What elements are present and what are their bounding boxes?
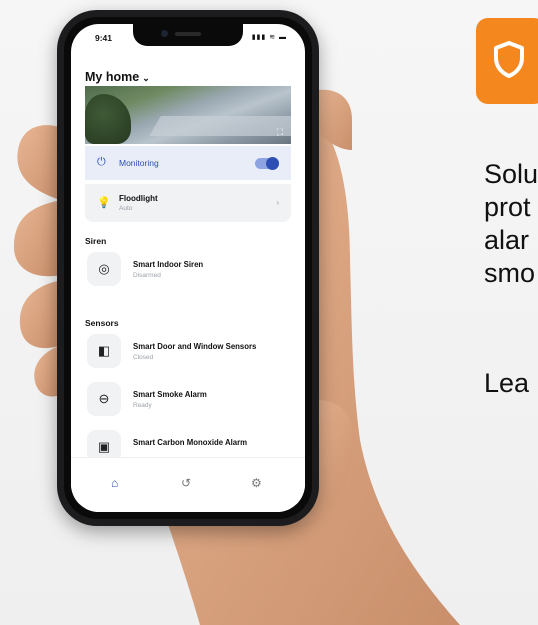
home-icon[interactable]: ⌂ bbox=[111, 476, 118, 490]
promo-copy: Solu prot alar smo bbox=[484, 158, 538, 290]
promo-line-4: smo bbox=[484, 258, 536, 288]
phone-frame: 9:41 ▮▮▮ ≋ ▬ My home ⌄ ⛶ ⏻ Monitoring 💡 F… bbox=[57, 10, 319, 526]
device-name: Smart Smoke Alarm bbox=[133, 390, 207, 399]
promo-line-2: prot bbox=[484, 192, 531, 222]
chevron-right-icon: › bbox=[276, 198, 279, 207]
fullscreen-icon[interactable]: ⛶ bbox=[277, 127, 283, 138]
device-door-window-sensors[interactable]: ◧ Smart Door and Window Sensors Closed bbox=[85, 332, 291, 372]
phone-notch bbox=[133, 24, 243, 46]
earpiece-speaker bbox=[175, 32, 201, 36]
monitoring-row[interactable]: ⏻ Monitoring bbox=[85, 146, 291, 180]
camera-shrub bbox=[85, 94, 131, 144]
shield-icon bbox=[494, 41, 524, 78]
device-name: Smart Indoor Siren bbox=[133, 260, 204, 269]
front-camera bbox=[161, 30, 168, 37]
bottom-nav: ⌂ ↺ ⚙ bbox=[71, 457, 305, 512]
monitoring-label: Monitoring bbox=[119, 158, 159, 168]
history-icon[interactable]: ↺ bbox=[181, 476, 191, 490]
section-siren: Siren bbox=[85, 236, 107, 246]
camera-step bbox=[149, 116, 291, 136]
home-title: My home bbox=[85, 70, 140, 84]
device-indoor-siren[interactable]: ◎ Smart Indoor Siren Disarmed bbox=[85, 250, 291, 290]
toggle-knob bbox=[266, 157, 279, 170]
status-time: 9:41 bbox=[95, 33, 113, 43]
device-name: Smart Carbon Monoxide Alarm bbox=[133, 438, 248, 447]
shield-badge bbox=[476, 18, 538, 104]
chevron-down-icon: ⌄ bbox=[142, 73, 150, 83]
smoke-alarm-icon: ⊖ bbox=[87, 382, 121, 416]
lightbulb-icon: 💡 bbox=[97, 197, 111, 209]
device-status: Disarmed bbox=[133, 272, 161, 279]
door-sensor-icon: ◧ bbox=[87, 334, 121, 368]
promo-line-1: Solu bbox=[484, 159, 538, 189]
promo-line-3: alar bbox=[484, 225, 530, 255]
phone-screen: 9:41 ▮▮▮ ≋ ▬ My home ⌄ ⛶ ⏻ Monitoring 💡 F… bbox=[71, 24, 305, 512]
monitoring-toggle[interactable] bbox=[255, 157, 279, 170]
floodlight-status: Auto bbox=[119, 205, 133, 212]
device-status: Ready bbox=[133, 402, 152, 409]
camera-preview[interactable]: ⛶ bbox=[85, 86, 291, 144]
device-status: Closed bbox=[133, 354, 154, 361]
status-icons: ▮▮▮ ≋ ▬ bbox=[251, 34, 287, 41]
floodlight-row[interactable]: 💡 Floodlight Auto › bbox=[85, 184, 291, 222]
home-selector[interactable]: My home ⌄ bbox=[85, 70, 150, 84]
device-name: Smart Door and Window Sensors bbox=[133, 342, 257, 351]
learn-more-link[interactable]: Lea bbox=[484, 368, 529, 399]
settings-icon[interactable]: ⚙ bbox=[251, 476, 262, 490]
floodlight-label: Floodlight bbox=[119, 194, 158, 203]
device-smoke-alarm[interactable]: ⊖ Smart Smoke Alarm Ready bbox=[85, 380, 291, 420]
power-icon: ⏻ bbox=[97, 156, 106, 168]
siren-icon: ◎ bbox=[87, 252, 121, 286]
section-sensors: Sensors bbox=[85, 318, 119, 328]
